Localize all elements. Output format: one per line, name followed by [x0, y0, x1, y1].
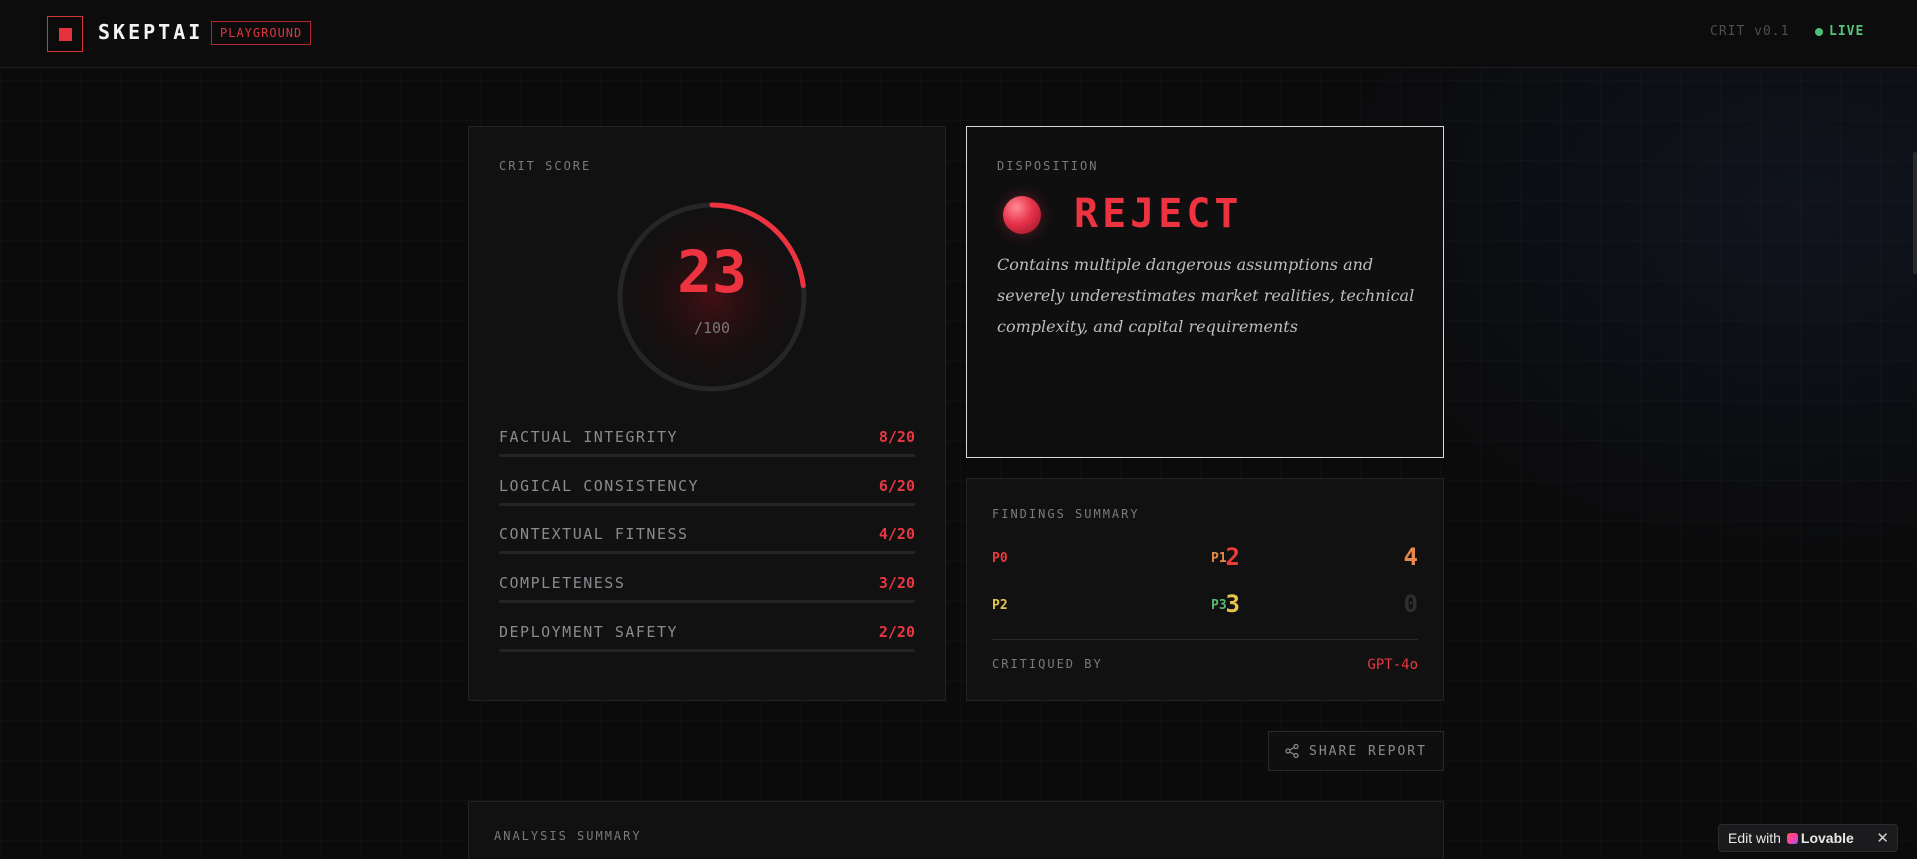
priority-p3-count: 0 [1403, 590, 1418, 618]
metric-value: 6/20 [878, 477, 915, 495]
metric-bar-track [499, 551, 915, 554]
metric-value: 4/20 [878, 525, 915, 543]
analysis-summary-label: ANALYSIS SUMMARY [494, 829, 642, 843]
metric-deployment-safety: DEPLOYMENT SAFETY 2/20 [499, 623, 915, 657]
metric-logical-consistency: LOGICAL CONSISTENCY 6/20 [499, 477, 915, 511]
metric-value: 2/20 [878, 623, 915, 641]
metric-value: 8/20 [878, 428, 915, 446]
page-scrollbar[interactable] [1913, 152, 1917, 274]
live-status: LIVE [1815, 24, 1864, 39]
close-icon[interactable]: ✕ [1876, 829, 1889, 847]
disposition-description: Contains multiple dangerous assumptions … [997, 255, 1415, 336]
metric-bar-track [499, 503, 915, 506]
edit-with-lovable-badge[interactable]: Edit with Lovable ✕ [1718, 824, 1898, 852]
metric-bar-track [499, 600, 915, 603]
score-max: /100 [693, 319, 731, 337]
priority-p1-label: P1 [1211, 551, 1227, 566]
critiqued-by-label: CRITIQUED BY [992, 657, 1103, 671]
critiqued-by-model: GPT-4o [1367, 657, 1418, 673]
lovable-brand: Lovable [1800, 830, 1854, 846]
metric-value: 3/20 [878, 574, 915, 592]
share-report-label: SHARE REPORT [1309, 743, 1427, 759]
metric-bar-track [499, 649, 915, 652]
live-dot-icon [1815, 27, 1823, 36]
lovable-heart-icon [1786, 832, 1798, 844]
metric-factual-integrity: FACTUAL INTEGRITY 8/20 [499, 428, 915, 462]
score-value: 23 [677, 238, 747, 306]
findings-divider [992, 639, 1418, 640]
edit-with-label: Edit with [1728, 830, 1781, 846]
metric-name: DEPLOYMENT SAFETY [499, 623, 679, 641]
metric-completeness: COMPLETENESS 3/20 [499, 574, 915, 608]
score-gauge: 23 /100 [612, 197, 812, 397]
background-grid [0, 0, 1917, 859]
crit-score-card: CRIT SCORE 23 /100 FACTUAL INTEGRITY 8/2… [468, 126, 946, 701]
playground-badge: PLAYGROUND [211, 21, 312, 45]
live-label: LIVE [1829, 24, 1865, 39]
metric-name: CONTEXTUAL FITNESS [499, 525, 689, 543]
logo-icon[interactable] [47, 16, 83, 52]
brand-name[interactable]: SKEPTAI [98, 20, 203, 44]
findings-summary-label: FINDINGS SUMMARY [992, 507, 1140, 521]
metric-contextual-fitness: CONTEXTUAL FITNESS 4/20 [499, 525, 915, 559]
reject-orb-icon [1003, 196, 1041, 234]
priority-p1-count: 4 [1403, 543, 1418, 571]
disposition-verdict: REJECT [1074, 191, 1243, 237]
metric-bar-track [499, 454, 915, 457]
share-icon [1285, 744, 1299, 758]
findings-summary-card: FINDINGS SUMMARY P0 2 P1 4 P2 3 P3 0 CRI… [966, 478, 1444, 701]
analysis-summary-card: ANALYSIS SUMMARY [468, 801, 1444, 859]
crit-score-label: CRIT SCORE [499, 159, 592, 173]
share-report-button[interactable]: SHARE REPORT [1268, 731, 1444, 771]
metric-name: COMPLETENESS [499, 574, 626, 592]
disposition-label: DISPOSITION [997, 159, 1099, 173]
version-label: CRIT v0.1 [1710, 24, 1790, 39]
priority-p3-label: P3 [1211, 598, 1227, 613]
priority-p0-label: P0 [992, 551, 1008, 566]
priority-p2-label: P2 [992, 598, 1008, 613]
metric-name: FACTUAL INTEGRITY [499, 428, 679, 446]
metric-name: LOGICAL CONSISTENCY [499, 477, 700, 495]
disposition-card: DISPOSITION REJECT Contains multiple dan… [966, 126, 1444, 458]
top-header: SKEPTAI PLAYGROUND CRIT v0.1 LIVE [0, 0, 1917, 68]
